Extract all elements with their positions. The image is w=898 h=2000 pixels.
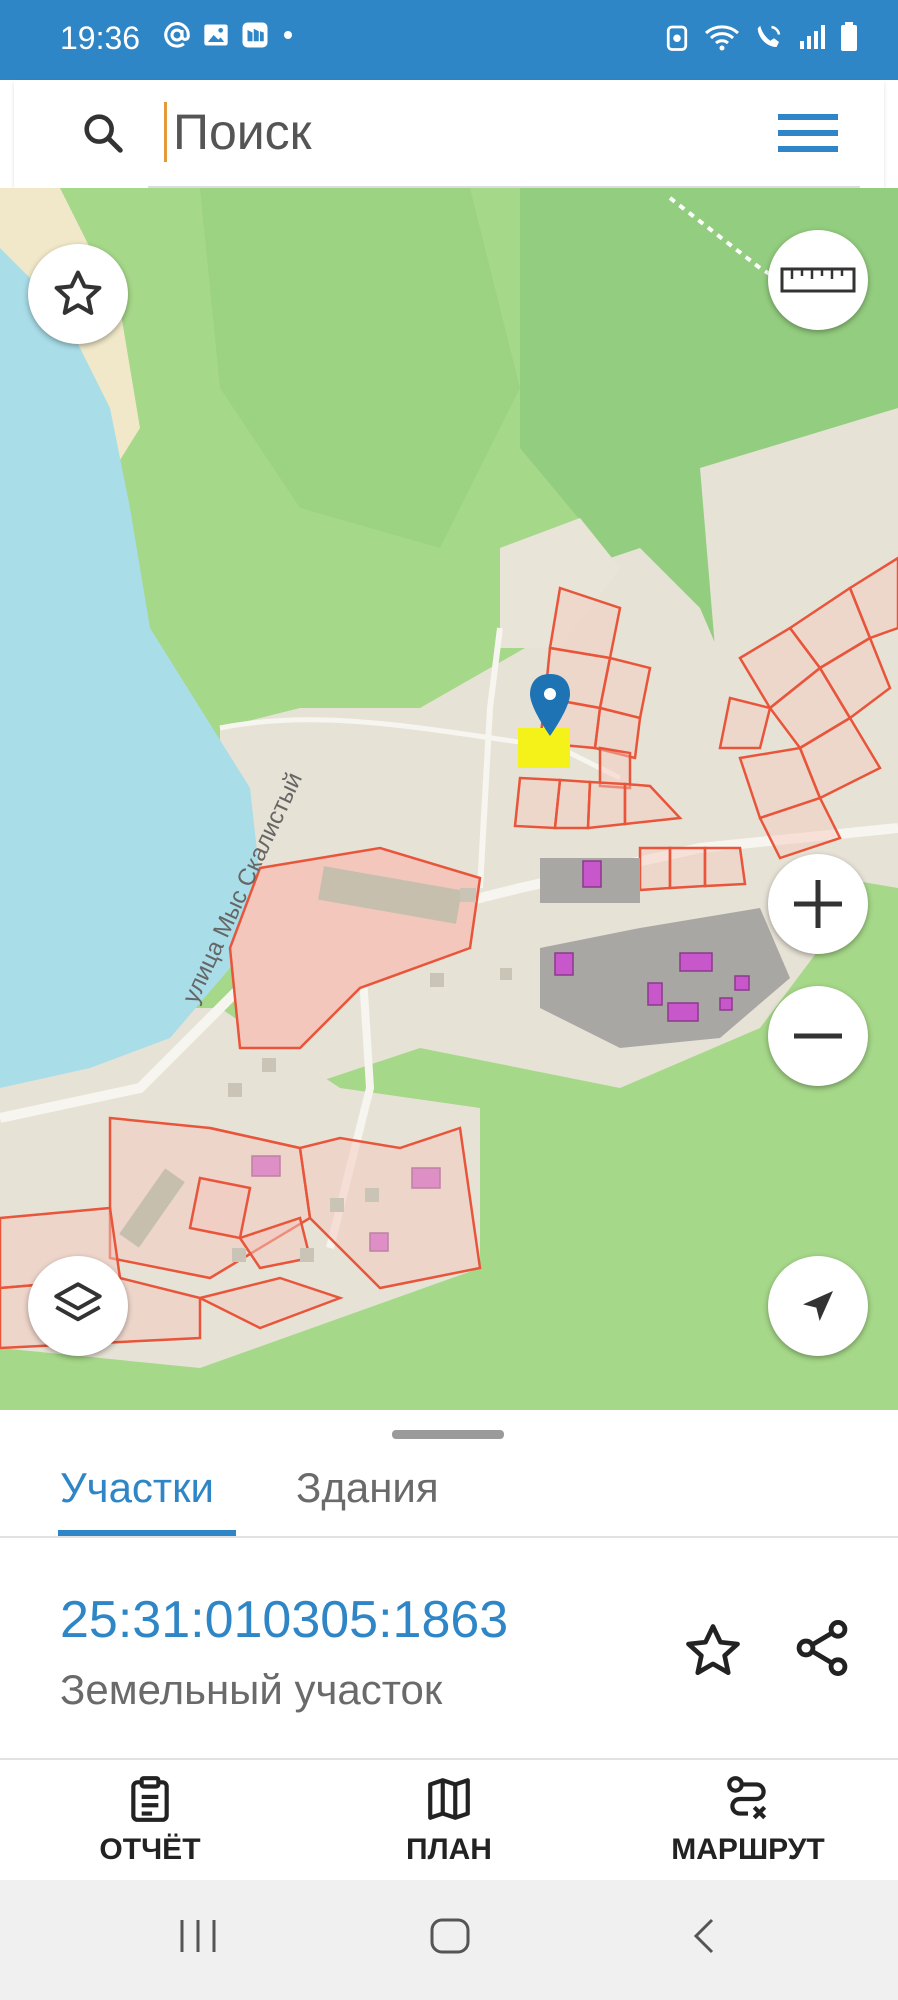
status-bar: 19:36 [0, 0, 898, 80]
sheet-divider [0, 1758, 898, 1760]
active-tab-indicator [58, 1530, 236, 1536]
status-left-icons [162, 20, 296, 55]
zoom-in-icon [788, 874, 848, 934]
wifi-call-icon [754, 22, 784, 57]
measure-button[interactable] [768, 230, 868, 330]
add-favorite-button[interactable] [682, 1620, 744, 1687]
signal-icon [798, 23, 826, 56]
app-icon [240, 20, 270, 55]
my-location-button[interactable] [768, 1256, 868, 1356]
map-icon [422, 1778, 476, 1828]
zoom-out-button[interactable] [768, 986, 868, 1086]
clipboard-icon [125, 1776, 175, 1828]
tab-bar: Участки Здания [0, 1450, 898, 1538]
route-button[interactable]: МАРШРУТ [628, 1774, 868, 1867]
wifi-icon [704, 23, 740, 56]
star-icon [51, 267, 105, 321]
at-sign-icon [162, 20, 192, 55]
recent-apps-button[interactable] [176, 1914, 220, 1963]
search-bar [14, 80, 884, 188]
map-view[interactable]: улица Мыс Скалистый [0, 188, 898, 1410]
share-button[interactable] [790, 1616, 854, 1685]
gallery-icon [202, 21, 230, 54]
sheet-drag-handle[interactable] [392, 1430, 504, 1439]
report-label: ОТЧЁТ [99, 1833, 201, 1866]
alarm-icon [664, 22, 690, 57]
route-label: МАРШРУТ [671, 1833, 825, 1866]
dot-icon [280, 27, 296, 48]
favorites-button[interactable] [28, 244, 128, 344]
ruler-icon [780, 265, 856, 295]
layers-icon [49, 1277, 107, 1335]
plan-label: ПЛАН [406, 1833, 492, 1866]
home-button[interactable] [428, 1914, 472, 1963]
layers-button[interactable] [28, 1256, 128, 1356]
search-icon[interactable] [80, 110, 126, 161]
status-time: 19:36 [60, 20, 141, 56]
zoom-out-icon [788, 1006, 848, 1066]
parcel-number[interactable]: 25:31:010305:1863 [60, 1590, 508, 1650]
system-nav-bar [0, 1880, 898, 2000]
search-input[interactable] [164, 102, 733, 162]
back-button[interactable] [684, 1914, 728, 1963]
menu-icon[interactable] [778, 110, 838, 161]
plan-button[interactable]: ПЛАН [329, 1774, 569, 1867]
zoom-in-button[interactable] [768, 854, 868, 954]
battery-icon [840, 22, 858, 57]
tab-buildings[interactable]: Здания [296, 1464, 439, 1512]
bottom-sheet: Участки Здания 25:31:010305:1863 Земельн… [0, 1410, 898, 1880]
parcel-type: Земельный участок [60, 1666, 443, 1713]
status-right-icons [664, 22, 858, 57]
route-icon [723, 1776, 773, 1828]
tab-parcels[interactable]: Участки [60, 1464, 214, 1512]
report-button[interactable]: ОТЧЁТ [30, 1774, 270, 1867]
locate-icon [798, 1286, 838, 1326]
